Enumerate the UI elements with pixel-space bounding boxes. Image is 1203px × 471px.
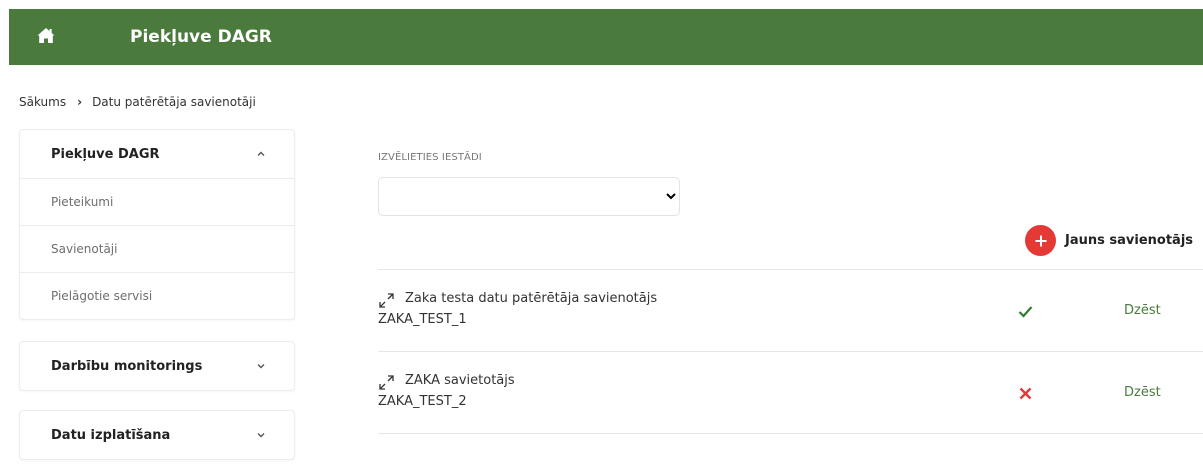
sidebar-panel-distribution: Datu izplatīšana	[19, 410, 295, 460]
chevron-down-icon	[257, 364, 265, 369]
sidebar-panel-title: Piekļuve DAGR	[51, 146, 160, 162]
chevron-right-icon: ›	[77, 95, 83, 109]
breadcrumb-current: Datu patērētāja savienotāji	[92, 95, 256, 109]
connector-row: Zaka testa datu patērētāja savienotājs Z…	[378, 270, 1203, 352]
connector-row: ZAKA savietotājs ZAKA_TEST_2 Dzēst	[378, 352, 1203, 434]
expand-icon[interactable]	[378, 374, 395, 391]
institution-select[interactable]	[378, 177, 680, 216]
sidebar-panel-access: Piekļuve DAGR Pieteikumi Savienotāji Pie…	[19, 129, 295, 320]
sidebar-panel-monitoring: Darbību monitorings	[19, 341, 295, 391]
delete-link[interactable]: Dzēst	[1124, 385, 1161, 400]
sidebar-item-connectors[interactable]: Savienotāji	[20, 225, 294, 272]
sidebar-panel-header-access[interactable]: Piekļuve DAGR	[20, 130, 294, 178]
home-icon[interactable]	[36, 26, 56, 46]
new-connector-label: Jauns savienotājs	[1065, 233, 1194, 248]
app-title: Piekļuve DAGR	[130, 27, 272, 47]
connector-code: ZAKA_TEST_2	[378, 394, 467, 409]
sidebar-panel-header-monitoring[interactable]: Darbību monitorings	[20, 342, 294, 390]
chevron-up-icon	[257, 151, 265, 156]
plus-icon	[1025, 225, 1056, 256]
institution-label: IZVĒLIETIES IESTĀDI	[378, 152, 482, 163]
breadcrumb: Sākums › Datu patērētāja savienotāji	[19, 94, 256, 110]
new-connector-button[interactable]: Jauns savienotājs	[1025, 225, 1193, 256]
connector-list: Zaka testa datu patērētāja savienotājs Z…	[378, 269, 1203, 434]
connector-name: ZAKA savietotājs	[405, 373, 515, 388]
connector-code: ZAKA_TEST_1	[378, 312, 467, 327]
sidebar-panel-title: Datu izplatīšana	[51, 427, 171, 443]
breadcrumb-home-link[interactable]: Sākums	[19, 94, 66, 110]
delete-link[interactable]: Dzēst	[1124, 303, 1161, 318]
expand-icon[interactable]	[378, 292, 395, 309]
sidebar-item-custom-services[interactable]: Pielāgotie servisi	[20, 272, 294, 319]
sidebar-panel-header-distribution[interactable]: Datu izplatīšana	[20, 411, 294, 459]
checkmark-icon	[1018, 306, 1033, 318]
connector-name: Zaka testa datu patērētāja savienotājs	[405, 291, 658, 306]
sidebar-item-applications[interactable]: Pieteikumi	[20, 178, 294, 225]
top-bar: Piekļuve DAGR	[9, 9, 1203, 65]
chevron-down-icon	[257, 433, 265, 438]
sidebar-panel-title: Darbību monitorings	[51, 358, 203, 374]
cross-icon	[1019, 387, 1032, 400]
